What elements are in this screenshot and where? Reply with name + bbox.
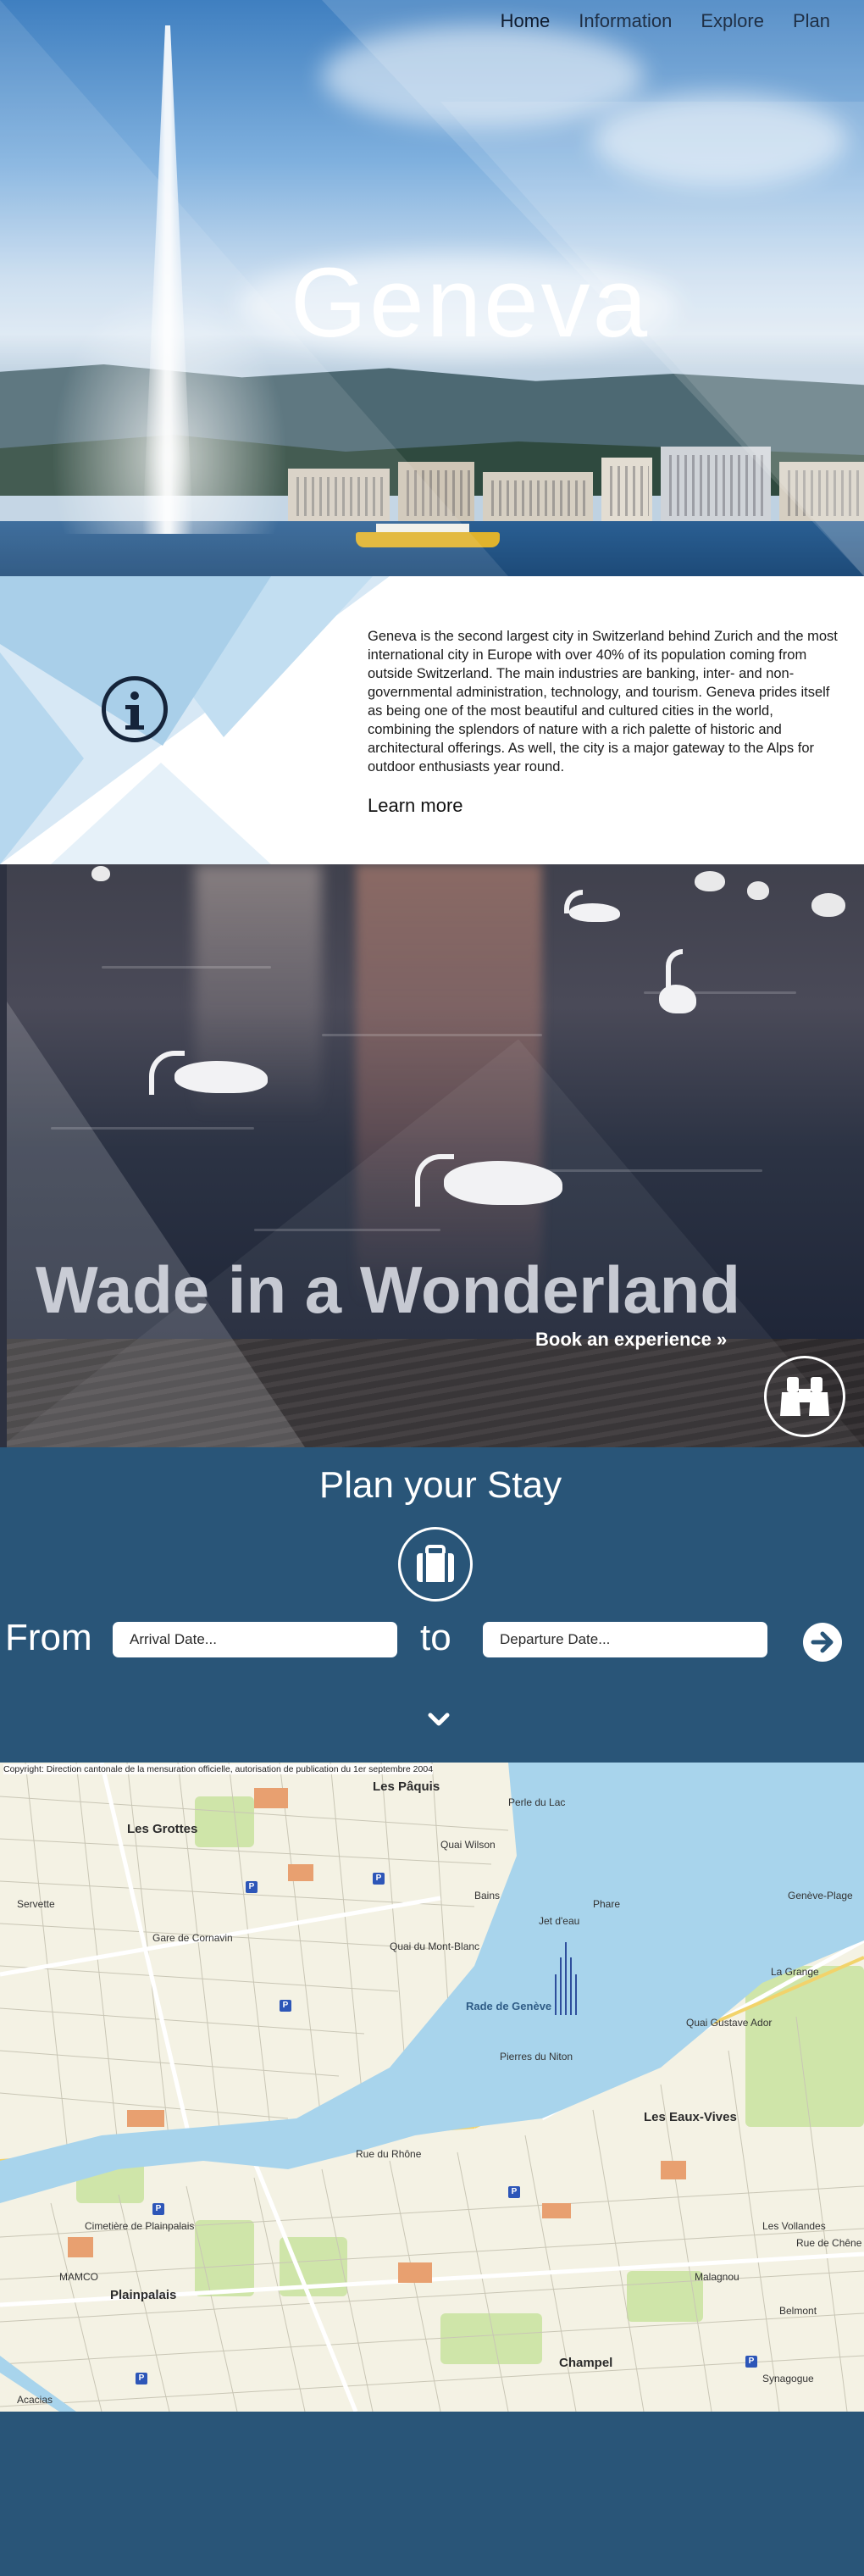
footer	[0, 2412, 864, 2576]
from-label: From	[5, 1617, 92, 1658]
map-label-perle-du-lac: Perle du Lac	[508, 1796, 566, 1808]
map-label-pierres-niton: Pierres du Niton	[500, 2051, 573, 2062]
expand-button[interactable]	[424, 1708, 454, 1730]
map-building	[68, 2237, 93, 2257]
map-label-les-grottes: Les Grottes	[127, 1822, 198, 1836]
map-parking-marker: P	[745, 2356, 757, 2368]
submit-dates-button[interactable]	[803, 1623, 842, 1662]
map-label-cornavin: Gare de Cornavin	[152, 1932, 233, 1944]
map-label-synagogue: Synagogue	[762, 2373, 814, 2384]
map-label-les-paquis: Les Pâquis	[373, 1779, 440, 1794]
map-label-rade: Rade de Genève	[466, 2000, 552, 2012]
map-label-acacias: Acacias	[17, 2394, 53, 2406]
feature-section: Wade in a Wonderland Book an experience …	[0, 864, 864, 1447]
map-label-quai-gustave-ador: Quai Gustave Ador	[686, 2017, 773, 2029]
plan-section: Plan your Stay From to	[0, 1447, 864, 1763]
chevron-down-icon	[428, 1713, 450, 1726]
arrival-date-input[interactable]	[113, 1622, 397, 1657]
map-label-champel: Champel	[559, 2356, 613, 2370]
map-label-rue-de-chene: Rue de Chêne	[796, 2237, 862, 2249]
nav-item-home[interactable]: Home	[501, 10, 551, 32]
map-label-rue-rhone: Rue du Rhône	[356, 2148, 422, 2160]
map-label-bains: Bains	[474, 1890, 501, 1901]
learn-more-link[interactable]: Learn more	[368, 795, 463, 817]
map-label-vollandes: Les Vollandes	[762, 2220, 826, 2232]
map-label-geneve-plage: Genève-Plage	[788, 1890, 853, 1901]
map-label-jet-deau: Jet d'eau	[539, 1915, 580, 1927]
map-parking-marker: P	[152, 2203, 164, 2215]
map-label-phare: Phare	[593, 1898, 621, 1910]
map-label-eaux-vives: Les Eaux-Vives	[644, 2110, 737, 2124]
map-label-malagnou: Malagnou	[695, 2271, 739, 2283]
buoy	[91, 866, 110, 881]
nav-item-information[interactable]: Information	[579, 10, 672, 32]
book-experience-link[interactable]: Book an experience »	[535, 1329, 727, 1351]
map-label-quai-mont-blanc: Quai du Mont-Blanc	[390, 1940, 480, 1952]
buoy	[747, 881, 769, 900]
map-label-plainpalais: Plainpalais	[110, 2288, 177, 2302]
buoy	[695, 871, 725, 891]
map-label-belmont: Belmont	[779, 2305, 817, 2317]
binoculars-button[interactable]	[764, 1356, 845, 1437]
feature-title: Wade in a Wonderland	[36, 1252, 741, 1327]
departure-date-input[interactable]	[483, 1622, 767, 1657]
hero-title: Geneva	[290, 247, 651, 358]
map-building	[288, 1864, 313, 1881]
info-icon	[102, 676, 168, 742]
map-building	[661, 2161, 686, 2179]
map-parking-marker: P	[246, 1881, 258, 1893]
map-parking-marker: P	[508, 2186, 520, 2198]
ripple	[102, 966, 271, 969]
suitcase-badge	[398, 1527, 473, 1602]
map-building	[254, 1788, 288, 1808]
main-nav: Home Information Explore Plan	[501, 10, 864, 32]
binoculars-icon	[780, 1377, 829, 1416]
nav-item-plan[interactable]: Plan	[793, 10, 830, 32]
city-map[interactable]: P P P P P P P Les Grottes Les Pâquis Pla…	[0, 1763, 864, 2412]
nav-item-explore[interactable]: Explore	[701, 10, 764, 32]
map-label-mamco: MAMCO	[59, 2271, 98, 2283]
map-label-la-grange: La Grange	[771, 1966, 819, 1978]
map-building	[127, 2110, 164, 2127]
map-label-servette: Servette	[17, 1898, 55, 1910]
map-building	[398, 2262, 432, 2283]
buoy	[811, 893, 845, 917]
map-parking-marker: P	[136, 2373, 147, 2384]
jet-deau-marker-icon	[555, 1942, 577, 2015]
suitcase-icon	[417, 1545, 454, 1582]
info-section: Geneva is the second largest city in Swi…	[0, 576, 864, 864]
hero-section: Home Information Explore Plan Geneva	[0, 0, 864, 576]
map-label-cimetiere: Cimetière de Plainpalais	[85, 2220, 195, 2232]
map-parking-marker: P	[280, 2000, 291, 2012]
ripple	[322, 1034, 542, 1036]
map-copyright: Copyright: Direction cantonale de la men…	[3, 1764, 434, 1774]
to-label: to	[420, 1617, 451, 1658]
plan-title: Plan your Stay	[318, 1464, 562, 1506]
left-edge	[0, 864, 7, 1447]
arrow-right-icon	[811, 1631, 834, 1653]
map-label-quai-wilson: Quai Wilson	[440, 1839, 496, 1851]
info-paragraph: Geneva is the second largest city in Swi…	[368, 629, 838, 774]
map-parking-marker: P	[373, 1873, 385, 1885]
map-building	[542, 2203, 571, 2218]
